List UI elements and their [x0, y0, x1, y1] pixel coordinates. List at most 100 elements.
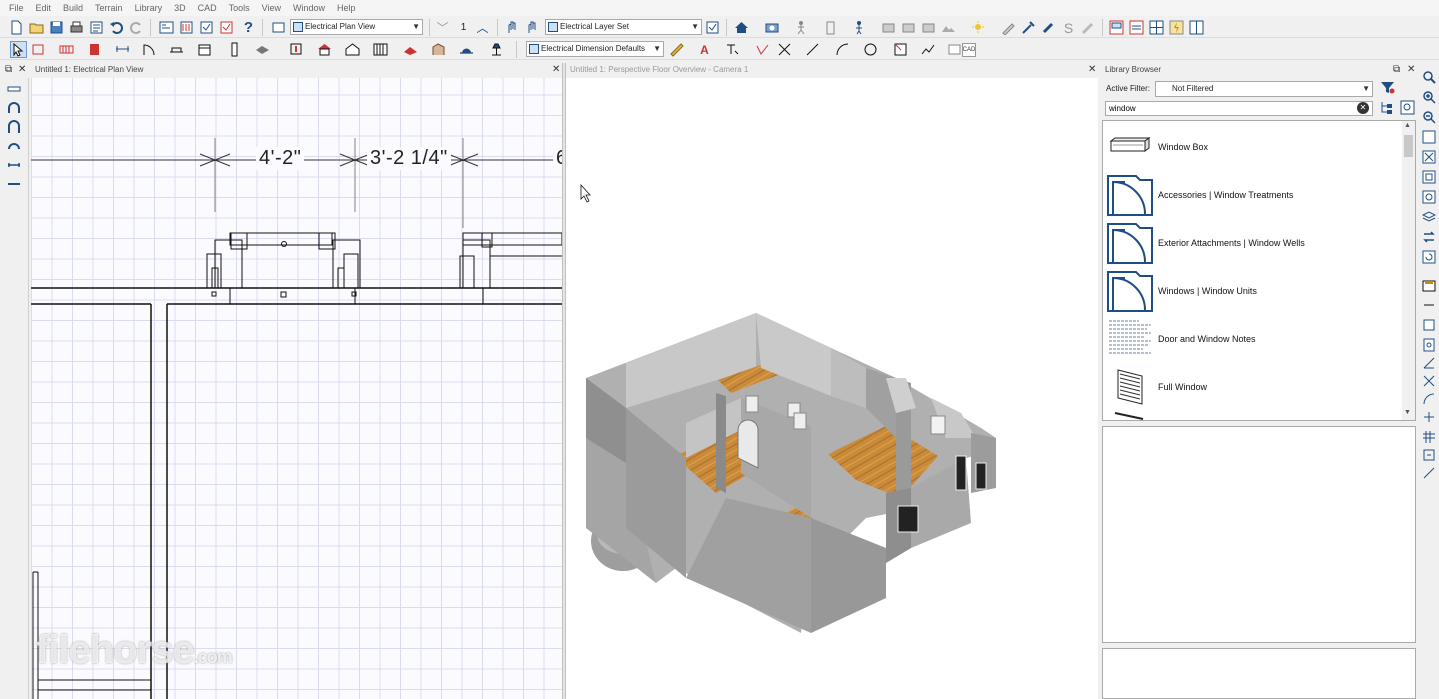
- elevation-icon[interactable]: [1128, 19, 1145, 36]
- material-painter-icon[interactable]: [1040, 19, 1057, 36]
- select-objects-icon[interactable]: [10, 41, 27, 58]
- menu-build[interactable]: Build: [57, 0, 89, 16]
- save-icon[interactable]: [48, 19, 65, 36]
- light-icon[interactable]: [970, 19, 987, 36]
- spline-tool-icon[interactable]: [920, 41, 937, 58]
- menu-file[interactable]: File: [3, 0, 30, 16]
- pin-icon[interactable]: ⧉: [5, 64, 12, 76]
- menu-library[interactable]: Library: [129, 0, 169, 16]
- window-tool-icon[interactable]: [168, 41, 185, 58]
- fixture-tool-icon[interactable]: [196, 41, 213, 58]
- door-arc-icon[interactable]: [140, 41, 157, 58]
- perspective-close-icon[interactable]: ✕: [1088, 64, 1096, 76]
- clear-search-icon[interactable]: ✕: [1357, 102, 1369, 114]
- window-tile-icon[interactable]: [1148, 19, 1165, 36]
- scroll-up-icon[interactable]: ▲: [1404, 122, 1411, 129]
- layer-display-icon[interactable]: [178, 19, 195, 36]
- pan-icon[interactable]: [1421, 189, 1437, 205]
- fill-window-icon[interactable]: [1421, 149, 1437, 165]
- plan-view-select[interactable]: Electrical Plan View ▼: [290, 19, 423, 35]
- eyedropper-icon[interactable]: [1020, 19, 1037, 36]
- menu-cad[interactable]: CAD: [192, 0, 223, 16]
- library-item[interactable]: Exterior Attachments | Window Wells: [1106, 219, 1401, 267]
- pencil-icon[interactable]: [1080, 19, 1097, 36]
- zoom-icon[interactable]: [1421, 69, 1437, 85]
- shape-tool-icon[interactable]: [288, 41, 305, 58]
- zoom-out-icon[interactable]: [1421, 109, 1437, 125]
- snap-curve-icon[interactable]: [1421, 391, 1437, 407]
- toggle-grid-icon[interactable]: [1421, 297, 1437, 313]
- filter-funnel-icon[interactable]: [1379, 79, 1396, 96]
- walkthrough-icon[interactable]: [793, 19, 810, 36]
- library-item[interactable]: Door and Window Notes: [1106, 315, 1401, 363]
- doc-search-icon[interactable]: [1421, 337, 1437, 353]
- edit-layer-icon[interactable]: [1421, 277, 1437, 293]
- print-icon[interactable]: [68, 19, 85, 36]
- scroll-down-icon[interactable]: ▼: [1404, 409, 1411, 416]
- box-tool-icon[interactable]: [892, 41, 909, 58]
- box-select-icon[interactable]: [1421, 317, 1437, 333]
- home-icon[interactable]: [733, 19, 750, 36]
- straight-wall-icon[interactable]: [6, 81, 22, 97]
- menu-terrain[interactable]: Terrain: [89, 0, 129, 16]
- cad-block-icon[interactable]: [946, 41, 963, 58]
- menu-3d[interactable]: 3D: [168, 0, 192, 16]
- print-preview-icon[interactable]: [88, 19, 105, 36]
- render-icon[interactable]: [880, 19, 897, 36]
- tile-vertical-icon[interactable]: [1188, 19, 1205, 36]
- undo-icon[interactable]: [108, 19, 125, 36]
- floor-down-icon[interactable]: ﹀: [434, 19, 451, 36]
- active-filter-select[interactable]: Not Filtered ▼: [1155, 81, 1373, 97]
- ruler-icon[interactable]: [668, 41, 685, 58]
- library-item[interactable]: Full Window: [1106, 363, 1401, 411]
- hatch-tool-icon[interactable]: [458, 41, 475, 58]
- tree-view-icon[interactable]: [1379, 99, 1396, 116]
- defaults-icon[interactable]: [198, 19, 215, 36]
- help-icon[interactable]: ?: [240, 19, 257, 36]
- preferences-icon[interactable]: [218, 19, 235, 36]
- library-close-icon[interactable]: ✕: [1407, 64, 1415, 76]
- person-tool-icon[interactable]: [851, 19, 868, 36]
- curved-opening-icon[interactable]: [6, 138, 22, 154]
- object-snap-icon[interactable]: [1421, 447, 1437, 463]
- arch-door-icon[interactable]: [6, 119, 22, 135]
- refresh-view-icon[interactable]: [1421, 249, 1437, 265]
- menu-view[interactable]: View: [256, 0, 287, 16]
- doorway-icon[interactable]: [6, 157, 22, 173]
- plan-view-icon[interactable]: [158, 19, 175, 36]
- snap-angle-icon[interactable]: [1421, 355, 1437, 371]
- railing-tool-icon[interactable]: [372, 41, 389, 58]
- render-camera-icon[interactable]: [920, 19, 937, 36]
- cad-icon[interactable]: CAD: [962, 43, 976, 57]
- render-print-icon[interactable]: [900, 19, 917, 36]
- snap-intersect-icon[interactable]: [1421, 373, 1437, 389]
- pass-through-icon[interactable]: [6, 176, 22, 192]
- close-icon[interactable]: ✕: [18, 64, 26, 76]
- library-item[interactable]: Windows | Window Units: [1106, 267, 1401, 315]
- terrain-icon[interactable]: [940, 19, 957, 36]
- open-folder-icon[interactable]: [28, 19, 45, 36]
- layer-hand-edit-icon[interactable]: [524, 19, 541, 36]
- grid-snap-icon[interactable]: [1421, 429, 1437, 445]
- layer-stack-icon[interactable]: [1421, 209, 1437, 225]
- menu-help[interactable]: Help: [331, 0, 362, 16]
- library-item[interactable]: Accessories | Window Treatments: [1106, 171, 1401, 219]
- edit-tool-icon[interactable]: [30, 41, 47, 58]
- line-tool-icon[interactable]: [804, 41, 821, 58]
- library-pin-icon[interactable]: ⧉: [1393, 64, 1400, 76]
- view-settings-icon[interactable]: [270, 19, 287, 36]
- terrain-tool-icon[interactable]: [402, 41, 419, 58]
- circle-tool-icon[interactable]: [862, 41, 879, 58]
- s-tool-icon[interactable]: S: [1060, 19, 1077, 36]
- layers-stack-icon[interactable]: [254, 41, 271, 58]
- zoom-in-icon[interactable]: [1421, 89, 1437, 105]
- undo-zoom-icon[interactable]: [1421, 129, 1437, 145]
- house-tool-icon[interactable]: [344, 41, 361, 58]
- layer-hand-icon[interactable]: [504, 19, 521, 36]
- door-tool-icon[interactable]: [822, 19, 839, 36]
- swap-view-icon[interactable]: [1421, 229, 1437, 245]
- perspective-view-canvas[interactable]: [566, 78, 1098, 699]
- menu-tools[interactable]: Tools: [223, 0, 256, 16]
- layer-check-icon[interactable]: [704, 19, 721, 36]
- arc-tool-icon[interactable]: [834, 41, 851, 58]
